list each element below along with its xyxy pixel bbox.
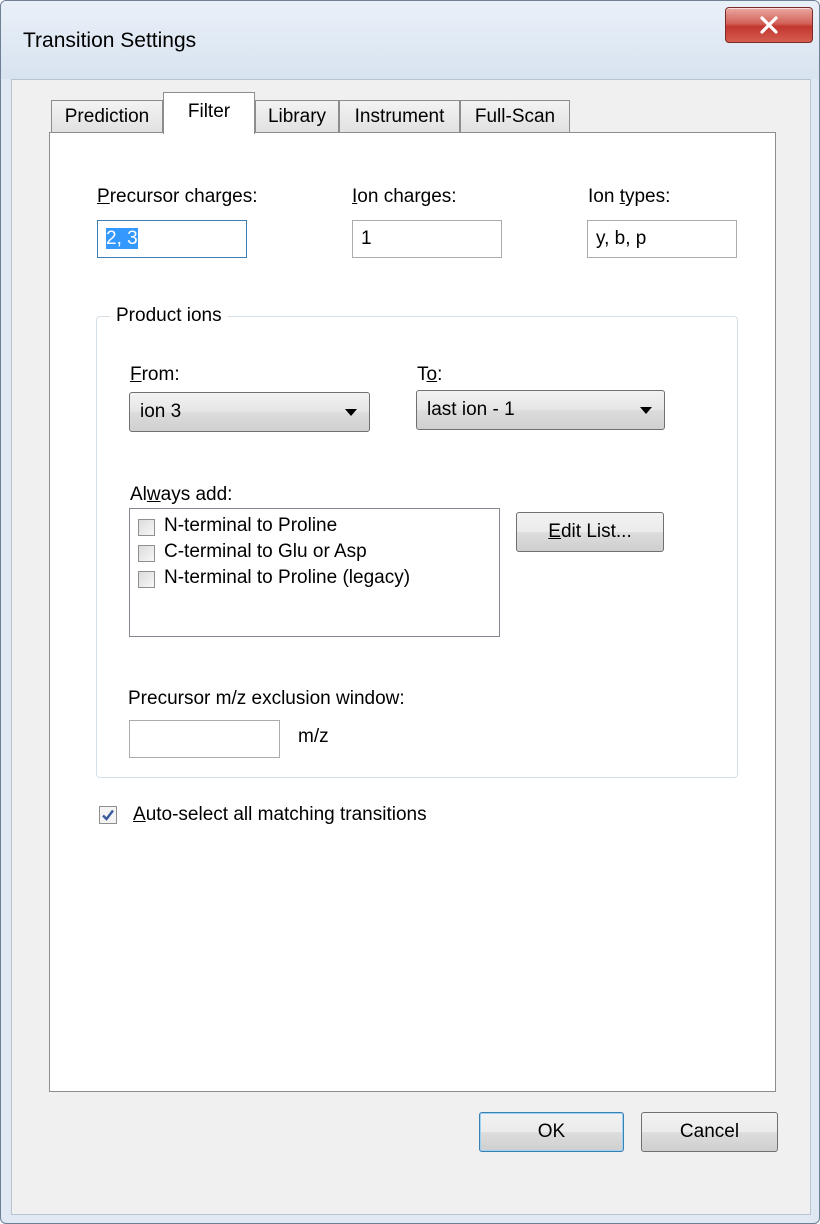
- title-bar[interactable]: Transition Settings: [1, 1, 819, 79]
- tab-full-scan[interactable]: Full-Scan: [460, 100, 570, 132]
- tab-filter[interactable]: Filter: [163, 92, 255, 134]
- cancel-button[interactable]: Cancel: [641, 1112, 778, 1152]
- ok-button[interactable]: OK: [479, 1112, 624, 1152]
- window-title: Transition Settings: [23, 29, 197, 52]
- tab-library[interactable]: Library: [255, 100, 339, 132]
- tab-instrument[interactable]: Instrument: [339, 100, 460, 132]
- filter-tab-panel: [49, 132, 776, 1092]
- close-button[interactable]: [725, 7, 813, 43]
- close-icon: [760, 16, 778, 34]
- tab-prediction[interactable]: Prediction: [51, 100, 163, 132]
